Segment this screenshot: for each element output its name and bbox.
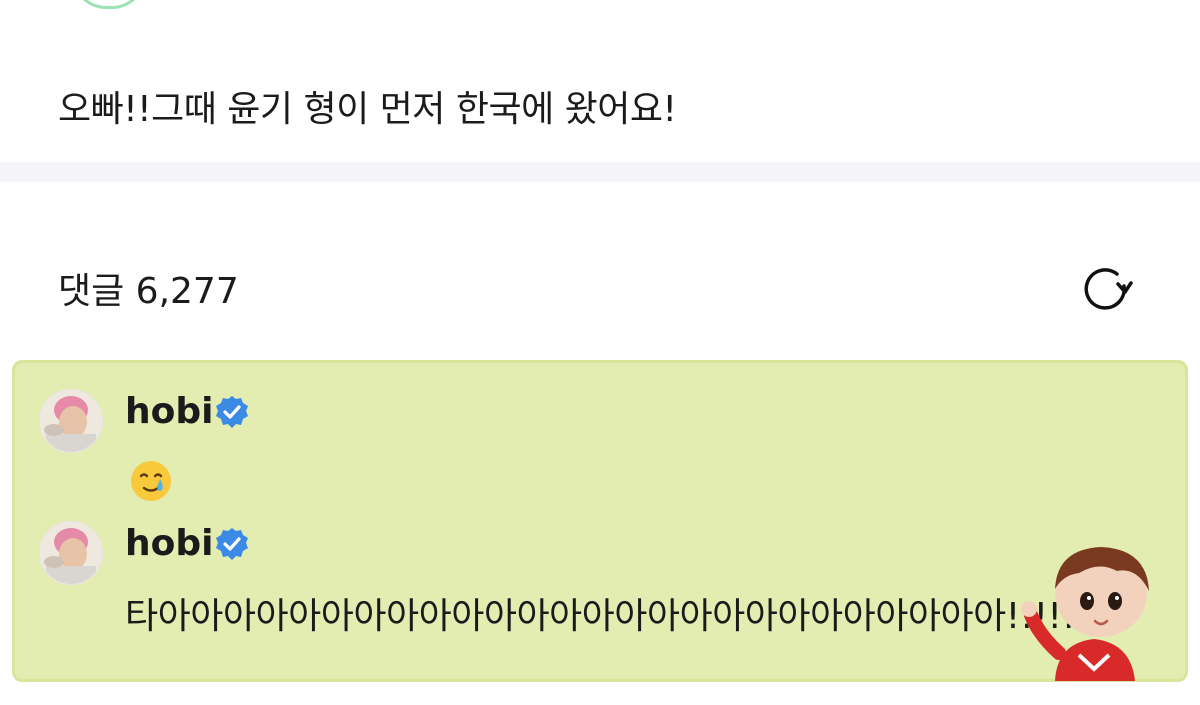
comment-username[interactable]: hobi	[125, 391, 213, 432]
comment-text: 타아아아아아아아아아아아아아아아아아아아아아아아아아아!!!!!!	[125, 596, 1090, 637]
user-avatar-image	[40, 390, 102, 452]
refresh-button[interactable]	[1078, 262, 1134, 318]
post-text: 오빠!!그때 윤기 형이 먼저 한국에 왔어요!	[58, 89, 677, 130]
verified-badge-icon	[215, 527, 249, 561]
character-sticker-icon	[1017, 531, 1171, 681]
avatar[interactable]	[39, 389, 103, 453]
user-avatar-image	[40, 522, 102, 584]
verified-badge-icon	[215, 395, 249, 429]
refresh-icon	[1084, 268, 1133, 310]
avatar[interactable]	[39, 521, 103, 585]
smiling-face-with-tear-icon	[129, 459, 173, 503]
highlighted-comments: hobi hobi 타아아아아아아아아아아아아아아아아아아아아아아아아아아!!!…	[12, 360, 1188, 682]
post-author-avatar-edge	[72, 0, 146, 9]
section-divider	[0, 162, 1200, 182]
comments-count-title: 댓글 6,277	[58, 271, 239, 312]
comment-username[interactable]: hobi	[125, 523, 213, 564]
